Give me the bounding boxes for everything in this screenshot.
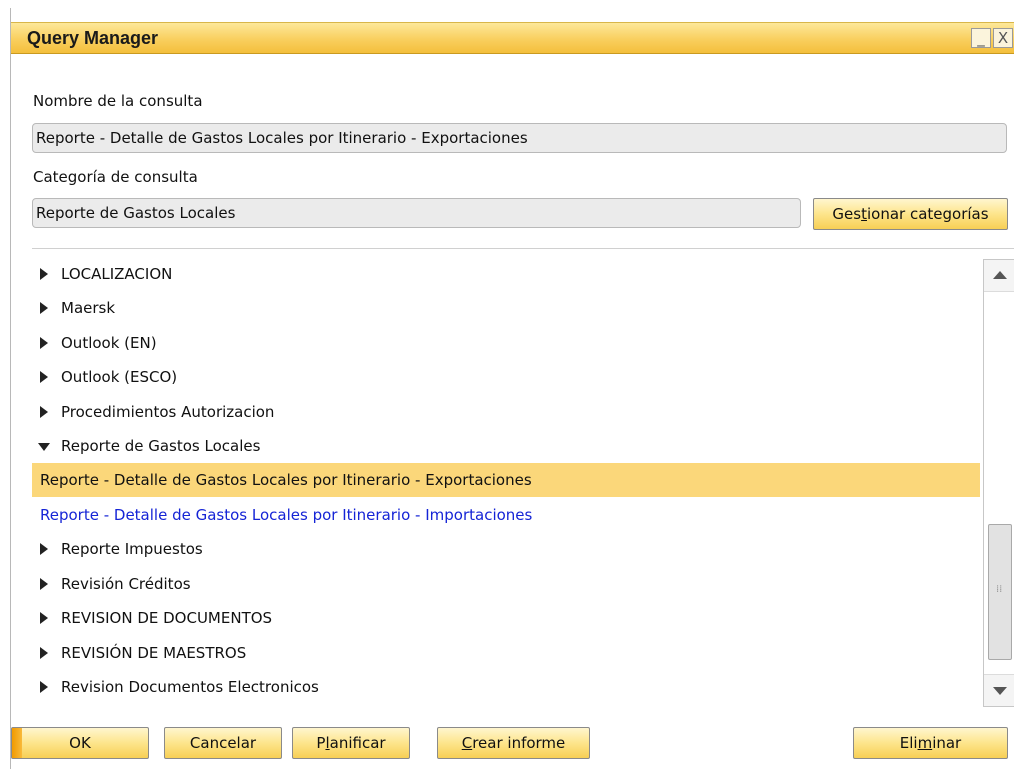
tree-query-importaciones[interactable]: Reporte - Detalle de Gastos Locales por … (32, 498, 980, 532)
scroll-up-arrow-icon[interactable] (984, 260, 1014, 292)
create-report-button[interactable]: Crear informe (437, 727, 590, 759)
minimize-button[interactable]: _ (971, 28, 991, 48)
tree-item-revision-documentos-electronicos[interactable]: Revision Documentos Electronicos (32, 670, 980, 704)
tree-item-procedimientos[interactable]: Procedimientos Autorizacion (32, 395, 980, 429)
tree-item-outlook-esco[interactable]: Outlook (ESCO) (32, 360, 980, 394)
default-indicator (12, 728, 22, 758)
window-title: Query Manager (27, 28, 159, 48)
tree-item-label: Revisión Créditos (61, 575, 191, 593)
ok-button[interactable]: OK (11, 727, 149, 759)
tree-item-label: Reporte de Gastos Locales (61, 437, 261, 455)
tree-query-exportaciones[interactable]: Reporte - Detalle de Gastos Locales por … (32, 463, 980, 497)
expand-arrow-icon[interactable] (40, 543, 48, 555)
tree-item-revision-maestros[interactable]: REVISIÓN DE MAESTROS (32, 636, 980, 670)
tree-item-label: Revision Documentos Electronicos (61, 678, 319, 696)
tree-item-maersk[interactable]: Maersk (32, 291, 980, 325)
tree-item-label: REVISIÓN DE MAESTROS (61, 644, 247, 662)
delete-button[interactable]: Eliminar (853, 727, 1008, 759)
query-name-field[interactable]: Reporte - Detalle de Gastos Locales por … (32, 123, 1007, 153)
create-report-accel: C (461, 734, 473, 752)
manage-categories-label-start: Ges (832, 205, 862, 223)
tree-item-label: Outlook (EN) (61, 334, 157, 352)
tree-item-reporte-impuestos[interactable]: Reporte Impuestos (32, 532, 980, 566)
query-tree: LOCALIZACION Maersk Outlook (EN) Outlook… (32, 248, 1014, 714)
tree-item-reporte-gastos-locales[interactable]: Reporte de Gastos Locales (32, 429, 980, 463)
close-button[interactable]: X (993, 28, 1013, 48)
scroll-down-arrow-icon[interactable] (984, 674, 1014, 706)
delete-accel: m (917, 734, 933, 752)
query-category-field[interactable]: Reporte de Gastos Locales (32, 198, 801, 228)
delete-label-start: Eli (899, 734, 918, 752)
query-name-label: Nombre de la consulta (33, 92, 203, 110)
delete-label-end: inar (932, 734, 962, 752)
expand-arrow-icon[interactable] (40, 612, 48, 624)
scroll-thumb[interactable]: ⁞⁞ (988, 524, 1012, 660)
tree-item-label: Procedimientos Autorizacion (61, 403, 275, 421)
tree-item-label: Outlook (ESCO) (61, 368, 178, 386)
tree-item-revision-documentos[interactable]: REVISION DE DOCUMENTOS (32, 601, 980, 635)
collapse-arrow-icon[interactable] (38, 443, 50, 451)
tree-item-localizacion[interactable]: LOCALIZACION (32, 257, 980, 291)
grip-dots-icon: ⁞⁞ (996, 584, 1003, 595)
expand-arrow-icon[interactable] (40, 578, 48, 590)
tree-item-label: Reporte - Detalle de Gastos Locales por … (40, 471, 532, 489)
schedule-label-end: anificar (329, 734, 386, 752)
title-bar[interactable]: Query Manager _ X (11, 22, 1014, 54)
tree-item-label: Maersk (61, 299, 116, 317)
tree-item-label: REVISION DE DOCUMENTOS (61, 609, 273, 627)
schedule-button[interactable]: Planificar (292, 727, 410, 759)
tree-item-revision-creditos[interactable]: Revisión Créditos (32, 567, 980, 601)
cancel-button[interactable]: Cancelar (164, 727, 282, 759)
expand-arrow-icon[interactable] (40, 681, 48, 693)
expand-arrow-icon[interactable] (40, 371, 48, 383)
query-manager-window: Query Manager _ X Nombre de la consulta … (10, 8, 1014, 769)
expand-arrow-icon[interactable] (40, 406, 48, 418)
manage-categories-label-end: ionar categorías (866, 205, 989, 223)
expand-arrow-icon[interactable] (40, 302, 48, 314)
expand-arrow-icon[interactable] (40, 337, 48, 349)
tree-item-label: LOCALIZACION (61, 265, 173, 283)
create-report-label-end: rear informe (472, 734, 566, 752)
cancel-label: Cancelar (189, 734, 257, 752)
tree-item-label: Reporte - Detalle de Gastos Locales por … (40, 506, 533, 524)
manage-categories-button[interactable]: Gestionar categorías (813, 198, 1008, 230)
query-category-label: Categoría de consulta (33, 168, 198, 186)
tree-item-outlook-en[interactable]: Outlook (EN) (32, 326, 980, 360)
tree-scrollbar[interactable]: ⁞⁞ (983, 259, 1014, 707)
expand-arrow-icon[interactable] (40, 647, 48, 659)
tree-item-label: Reporte Impuestos (61, 540, 203, 558)
ok-label: OK (69, 734, 91, 752)
expand-arrow-icon[interactable] (40, 268, 48, 280)
